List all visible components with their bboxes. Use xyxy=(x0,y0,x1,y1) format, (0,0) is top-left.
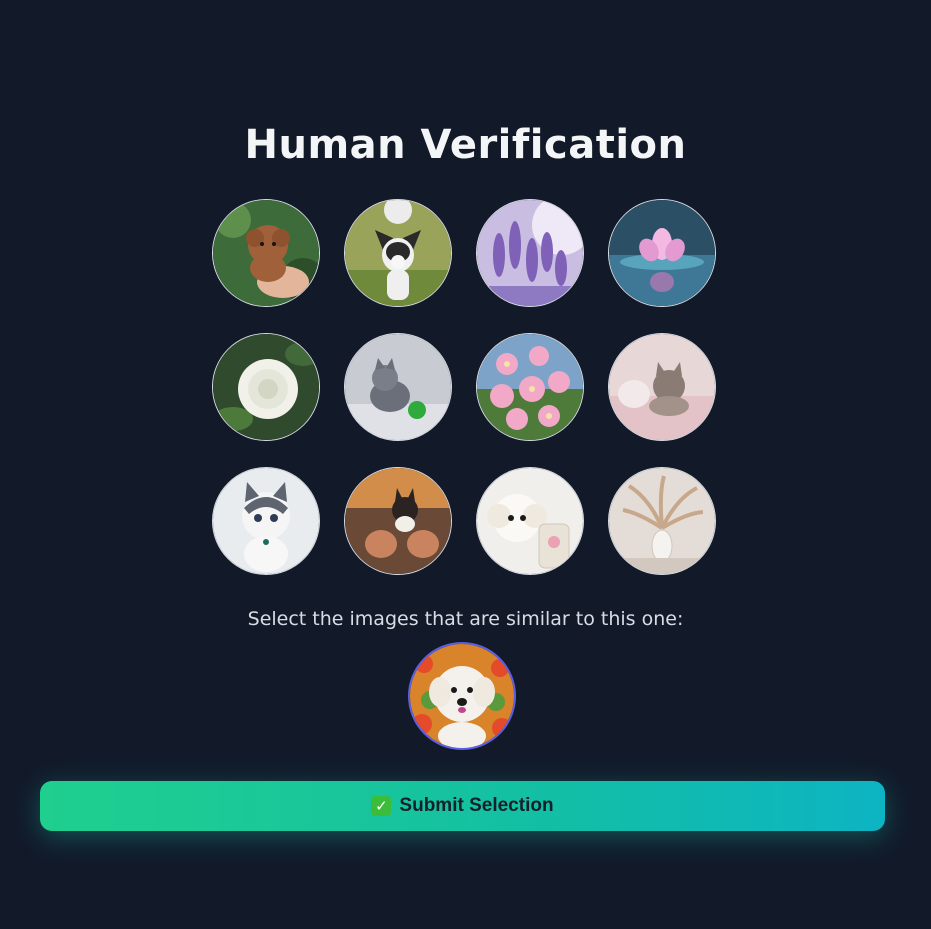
image-tile-kitten-on-eggs[interactable] xyxy=(344,467,452,575)
chihuahua-image xyxy=(345,200,451,306)
gray-white-kitten-image xyxy=(213,468,319,574)
submit-selection-button[interactable]: ✓ Submit Selection xyxy=(40,781,885,831)
pink-daisies-image xyxy=(477,334,583,440)
image-tile-pink-daisies[interactable] xyxy=(476,333,584,441)
kitten-with-ball-image xyxy=(345,334,451,440)
kitten-on-blanket-image xyxy=(609,334,715,440)
checkmark-icon: ✓ xyxy=(371,796,392,816)
page-title: Human Verification xyxy=(244,122,687,168)
white-puppy-flowers-image xyxy=(410,644,514,748)
lotus-image xyxy=(609,200,715,306)
image-tile-lavender[interactable] xyxy=(476,199,584,307)
image-tile-kitten-on-blanket[interactable] xyxy=(608,333,716,441)
submit-button-label: Submit Selection xyxy=(399,795,554,816)
image-tile-kitten-with-ball[interactable] xyxy=(344,333,452,441)
image-tile-white-puppy-phone[interactable] xyxy=(476,467,584,575)
image-grid xyxy=(212,199,720,575)
image-tile-puppy-in-hand[interactable] xyxy=(212,199,320,307)
white-puppy-phone-image xyxy=(477,468,583,574)
selection-prompt: Select the images that are similar to th… xyxy=(247,608,684,630)
pampas-vase-image xyxy=(609,468,715,574)
image-tile-pampas-vase[interactable] xyxy=(608,467,716,575)
puppy-in-hand-image xyxy=(213,200,319,306)
image-tile-white-rose[interactable] xyxy=(212,333,320,441)
reference-image xyxy=(408,642,516,750)
white-rose-image xyxy=(213,334,319,440)
image-tile-lotus[interactable] xyxy=(608,199,716,307)
image-tile-chihuahua[interactable] xyxy=(344,199,452,307)
image-tile-gray-white-kitten[interactable] xyxy=(212,467,320,575)
lavender-image xyxy=(477,200,583,306)
kitten-on-eggs-image xyxy=(345,468,451,574)
